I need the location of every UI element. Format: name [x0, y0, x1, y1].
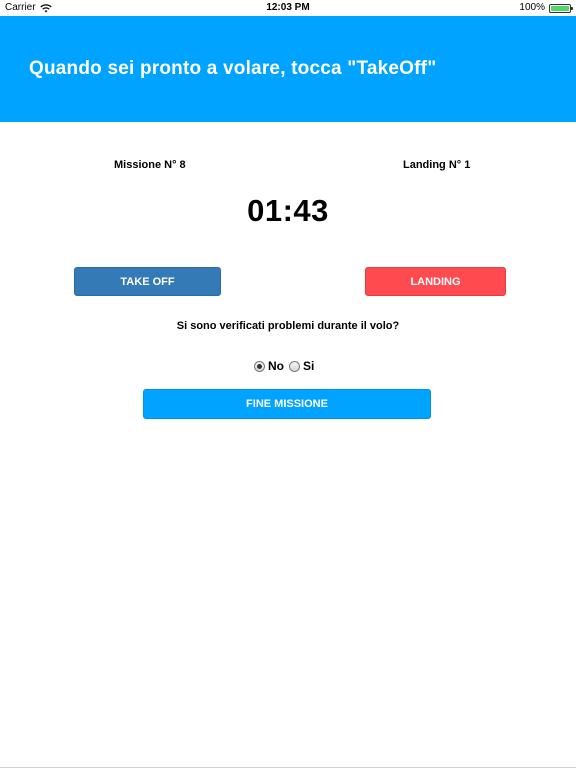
header-title: Quando sei pronto a volare, tocca "TakeO… — [29, 58, 437, 79]
landing-number: Landing N° 1 — [403, 159, 471, 171]
radio-si[interactable] — [289, 360, 300, 372]
landing-button[interactable]: LANDING — [365, 267, 506, 296]
flight-timer: 01:43 — [247, 193, 329, 228]
take-off-button[interactable]: TAKE OFF — [74, 267, 221, 296]
app-screen: Carrier 12:03 PM 100% Quando sei pronto … — [0, 0, 576, 768]
battery-icon — [549, 3, 573, 13]
fine-missione-button[interactable]: FINE MISSIONE — [143, 389, 431, 419]
radio-no-label: No — [268, 359, 284, 373]
radio-no[interactable] — [254, 360, 265, 372]
status-right: 100% — [519, 0, 573, 16]
problems-radio-group: No Si — [254, 359, 319, 373]
battery-nub — [571, 6, 573, 10]
radio-option-si[interactable]: Si — [289, 359, 314, 373]
problems-question: Si sono verificati problemi durante il v… — [176, 320, 400, 332]
radio-option-no[interactable]: No — [254, 359, 284, 373]
status-bar: Carrier 12:03 PM 100% — [0, 0, 576, 16]
header-banner: Quando sei pronto a volare, tocca "TakeO… — [0, 16, 576, 122]
battery-percent: 100% — [519, 2, 545, 13]
battery-fill — [551, 5, 569, 11]
mission-number: Missione N° 8 — [114, 159, 186, 171]
status-time: 12:03 PM — [266, 2, 310, 13]
radio-si-label: Si — [303, 359, 315, 373]
